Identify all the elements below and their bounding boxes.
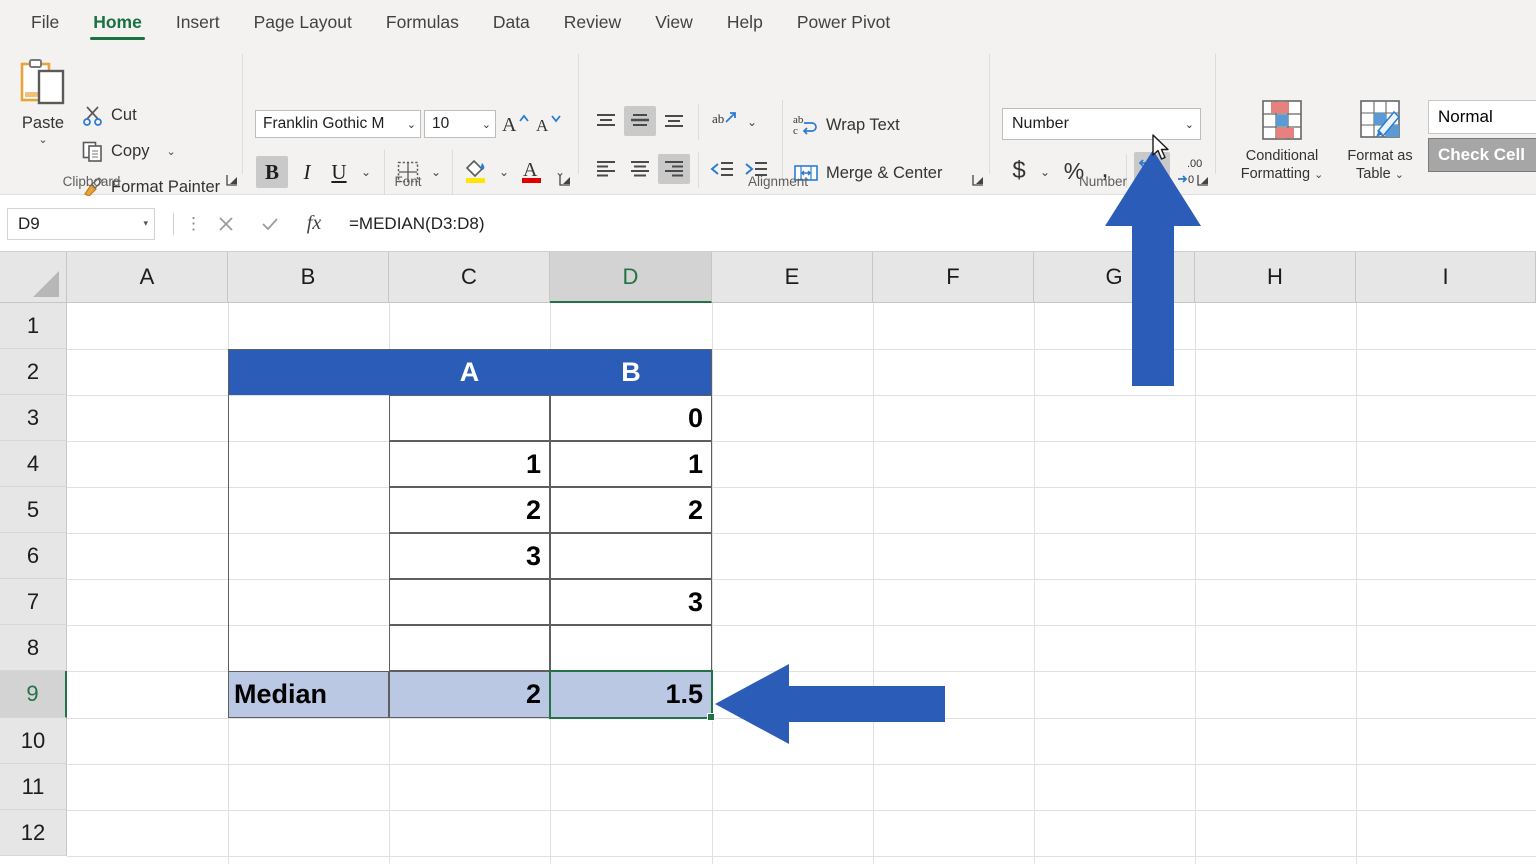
formula-bar-separator [173,212,174,235]
tab-review[interactable]: Review [547,0,638,44]
table-cell-border-C9 [389,671,550,718]
ribbon-tab-bar: File Home Insert Page Layout Formulas Da… [0,0,1536,44]
gridline-h [67,856,1536,857]
table-cell-border-C4 [389,441,550,487]
tab-formulas[interactable]: Formulas [369,0,476,44]
tab-power-pivot[interactable]: Power Pivot [780,0,907,44]
gridline-h [67,718,1536,719]
gridline-h [67,764,1536,765]
formula-bar-handle[interactable]: ⋮ [185,214,202,234]
table-cell-border-D7 [550,579,712,625]
row-header-10[interactable]: 10 [0,718,67,764]
table-cell-border-C5 [389,487,550,533]
column-header-H[interactable]: H [1195,252,1356,303]
row-header-3[interactable]: 3 [0,395,67,441]
enter-formula-button[interactable] [248,207,292,241]
conditional-formatting-icon [1262,100,1302,140]
conditional-formatting-label: Conditional Formatting ⌄ [1241,148,1324,183]
ribbon-group-styles: Conditional Formatting ⌄ Format as Table… [0,44,1536,195]
name-box-chevron-down-icon[interactable]: ▾ [143,218,148,229]
formula-input[interactable]: =MEDIAN(D3:D8) [336,207,1536,241]
ribbon: Paste ⌄ Cut Copy ⌄ Format Painter Clipbo… [0,44,1536,197]
table-cell-border-D5 [550,487,712,533]
gridline-h [67,810,1536,811]
format-as-table-button[interactable]: Format as Table ⌄ [1340,98,1420,183]
spreadsheet-grid: A B C D E F G H I 1 2 3 4 5 6 7 8 9 10 1… [0,252,1536,864]
column-header-A[interactable]: A [67,252,228,303]
gridline-v [1356,303,1357,864]
row-header-7[interactable]: 7 [0,579,67,625]
name-box-value: D9 [18,213,40,233]
format-as-table-icon [1360,100,1401,138]
column-header-B[interactable]: B [228,252,389,303]
tab-page-layout[interactable]: Page Layout [237,0,369,44]
gridline-v [873,303,874,864]
row-header-8[interactable]: 8 [0,625,67,671]
table-cell-border-C7 [389,579,550,625]
gridline-v [712,303,713,864]
excel-window: File Home Insert Page Layout Formulas Da… [0,0,1536,864]
conditional-formatting-line2: Formatting [1240,165,1311,182]
column-header-D[interactable]: D [550,252,712,303]
row-header-6[interactable]: 6 [0,533,67,579]
tab-help[interactable]: Help [710,0,780,44]
cell-style-normal[interactable]: Normal [1428,100,1536,134]
gridline-v [1034,303,1035,864]
column-header-E[interactable]: E [712,252,873,303]
format-as-table-line1: Format as [1347,148,1413,164]
table-cell-border-C8 [389,625,550,671]
function-icon: fx [306,212,322,234]
table-cell-border-C3 [389,395,550,441]
column-header-F[interactable]: F [873,252,1034,303]
name-box[interactable]: D9 ▾ [7,207,155,240]
conditional-formatting-chevron-down-icon[interactable]: ⌄ [1314,169,1323,181]
fill-handle[interactable] [707,713,715,721]
tab-view[interactable]: View [638,0,710,44]
row-header-12[interactable]: 12 [0,810,67,856]
row-header-9[interactable]: 9 [0,671,67,718]
conditional-formatting-line1: Conditional [1245,148,1319,164]
row-header-5[interactable]: 5 [0,487,67,533]
row-header-2[interactable]: 2 [0,349,67,395]
column-header-G[interactable]: G [1034,252,1195,303]
tab-insert[interactable]: Insert [159,0,237,44]
tab-data[interactable]: Data [476,0,547,44]
row-header-11[interactable]: 11 [0,764,67,810]
cell-style-check-cell[interactable]: Check Cell [1428,138,1536,172]
select-all-corner[interactable] [0,252,67,303]
table-cell-border-D6 [550,533,712,579]
column-header-I[interactable]: I [1356,252,1536,303]
table-cell-border-D3 [550,395,712,441]
tab-home[interactable]: Home [76,0,159,44]
format-as-table-label: Format as Table ⌄ [1347,148,1412,183]
table-cell-border-D4 [550,441,712,487]
cell-style-normal-label: Normal [1438,107,1493,126]
formula-bar: D9 ▾ ⋮ fx =MEDIAN(D3:D8) [0,196,1536,252]
close-icon [219,216,233,231]
conditional-formatting-button[interactable]: Conditional Formatting ⌄ [1240,98,1324,183]
cell-style-check-cell-label: Check Cell [1438,145,1525,164]
check-icon [262,217,278,230]
format-as-table-chevron-down-icon[interactable]: ⌄ [1395,169,1404,181]
format-as-table-line2: Table [1356,165,1391,182]
table-cell-border-C6 [389,533,550,579]
cancel-formula-button[interactable] [204,207,248,241]
row-header-1[interactable]: 1 [0,303,67,349]
row-header-4[interactable]: 4 [0,441,67,487]
table-cell-border-B9 [228,671,389,718]
insert-function-button[interactable]: fx [292,207,336,241]
table-cell-border-D8 [550,625,712,671]
gridline-v [1195,303,1196,864]
column-header-C[interactable]: C [389,252,550,303]
tab-file[interactable]: File [14,0,76,44]
